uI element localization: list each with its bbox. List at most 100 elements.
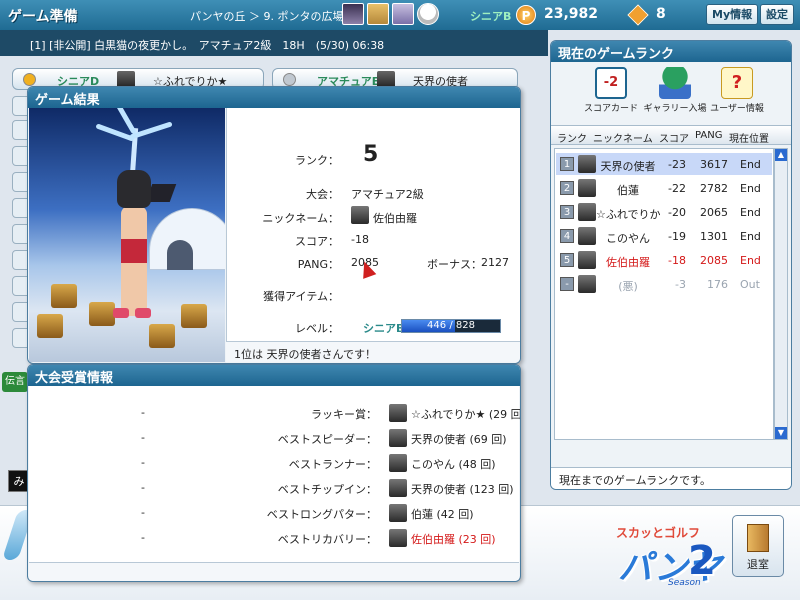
player-avatar[interactable] xyxy=(367,3,389,25)
message-tab[interactable]: 伝言 xyxy=(2,372,28,392)
rank-row[interactable]: 4 このやん -19 1301 End xyxy=(556,225,772,247)
rank-number: 4 xyxy=(560,229,574,243)
award-list: - ラッキー賞： ☆ふれでりか★ (29 回) - ベストスピーダー： 天界の使… xyxy=(29,386,521,562)
user-info-button[interactable]: ? ユーザー情報 xyxy=(701,67,773,114)
player-avatar xyxy=(578,155,596,173)
player-avatar xyxy=(578,275,596,293)
award-winner: 佐伯由羅 (23 回) xyxy=(411,533,496,546)
rank-scrollbar[interactable]: ▲ ▼ xyxy=(774,148,788,440)
lobby-side-tab[interactable] xyxy=(12,120,28,140)
level-badge: シニアB xyxy=(363,322,405,335)
rank-row[interactable]: 2 伯蓮 -22 2782 End xyxy=(556,177,772,199)
player-avatar xyxy=(389,454,407,472)
scroll-down-icon[interactable]: ▼ xyxy=(775,427,787,439)
lobby-side-tab[interactable] xyxy=(12,172,28,192)
lobby-side-tab[interactable] xyxy=(12,302,28,322)
rank-row[interactable]: 3 ☆ふれでりか★ -20 2065 End xyxy=(556,201,772,223)
lobby-side-tab[interactable] xyxy=(12,328,28,348)
stump-decoration xyxy=(89,302,115,326)
player-avatar[interactable] xyxy=(342,3,364,25)
ready-status-icon xyxy=(23,73,36,86)
rank-number: 2 xyxy=(560,181,574,195)
nickname-value: 佐伯由羅 xyxy=(373,212,417,225)
player-avatar xyxy=(578,179,596,197)
bonus-value: 2127 xyxy=(481,256,509,269)
settings-button[interactable]: 設定 xyxy=(760,4,794,25)
character-preview xyxy=(29,108,225,362)
pangya-season2-logo: スカッとゴルフ パンヤ 2 Season xyxy=(588,520,728,592)
lobby-side-tab[interactable] xyxy=(12,198,28,218)
player-avatar xyxy=(389,479,407,497)
rank-position: End xyxy=(740,206,761,219)
rank-row[interactable]: 1 天界の使者 -23 3617 End xyxy=(556,153,772,175)
scroll-up-icon[interactable]: ▲ xyxy=(775,149,787,161)
rank-badge: シニアB xyxy=(470,10,512,23)
award-title: ラッキー賞： xyxy=(311,408,377,421)
lobby-side-tab[interactable] xyxy=(12,276,28,296)
gallery-umbrella-icon xyxy=(659,67,691,99)
current-rank-panel: 現在のゲームランク -2 スコアカード ギャラリー入場 ? ユーザー情報 ランク… xyxy=(550,40,792,490)
exit-room-label: 退室 xyxy=(747,558,769,571)
award-row: - ベストチップイン： 天界の使者 (123 回) xyxy=(29,479,519,497)
rank-pang: 2782 xyxy=(700,182,728,195)
player-avatar[interactable] xyxy=(417,3,439,25)
award-footer xyxy=(29,562,519,581)
character-hood xyxy=(117,170,151,208)
award-dash: - xyxy=(141,481,145,494)
lobby-side-tab[interactable] xyxy=(12,96,28,116)
lobby-side-tab[interactable] xyxy=(12,146,28,166)
player-avatar xyxy=(389,529,407,547)
column-header-score: スコア xyxy=(659,134,689,145)
column-header-nickname: ニックネーム xyxy=(593,134,653,145)
current-rank-header: 現在のゲームランク xyxy=(551,41,791,62)
scorecard-label: スコアカード xyxy=(583,104,638,114)
character-avatar xyxy=(121,206,147,316)
bonus-label: ボーナス： xyxy=(427,258,482,271)
award-dash: - xyxy=(141,531,145,544)
screen-title: ゲーム準備 xyxy=(8,9,78,25)
my-info-button[interactable]: My情報 xyxy=(706,4,759,25)
rank-row[interactable]: - (悪) -3 176 Out xyxy=(556,273,772,295)
award-row: - ベストロングパター： 伯蓮 (42 回) xyxy=(29,504,519,522)
pang-coin-icon: P xyxy=(516,5,536,25)
award-title: ベストランナー： xyxy=(288,458,377,471)
lobby-side-tab[interactable] xyxy=(12,224,28,244)
player-avatar[interactable] xyxy=(392,3,414,25)
rank-number: 3 xyxy=(560,205,574,219)
game-result-panel: ゲーム結果 ランク： 5 大会： アマチュア2級 ニックネーム： 佐伯由羅 スコ… xyxy=(27,86,521,364)
column-header-position: 現在位置 xyxy=(729,134,769,145)
scorecard-button[interactable]: -2 スコアカード xyxy=(575,67,647,114)
award-row: - ベストランナー： このやん (48 回) xyxy=(29,454,519,472)
stump-decoration xyxy=(181,304,207,328)
item-label: 獲得アイテム： xyxy=(263,290,339,303)
rank-number: 1 xyxy=(560,157,574,171)
room-announcement: [1] [非公開] 白黒猫の夜更かし。 アマチュア2級 18H (5/30) 0… xyxy=(0,30,548,56)
cookie-point-icon xyxy=(627,4,649,26)
rank-toolbar: -2 スコアカード ギャラリー入場 ? ユーザー情報 xyxy=(551,63,791,121)
result-details: ランク： 5 大会： アマチュア2級 ニックネーム： 佐伯由羅 スコア： -18… xyxy=(226,108,520,341)
rank-number: - xyxy=(560,277,574,291)
rank-row[interactable]: 5 佐伯由羅 -18 2085 End xyxy=(556,249,772,271)
award-winner: このやん (48 回) xyxy=(411,458,496,471)
rank-nickname: このやん xyxy=(606,232,650,245)
rank-score: -19 xyxy=(668,230,686,243)
lobby-side-tab[interactable] xyxy=(12,250,28,270)
exit-room-button[interactable]: 退室 xyxy=(732,515,784,577)
rank-label: ランク： xyxy=(295,154,339,167)
game-result-header: ゲーム結果 xyxy=(28,87,520,108)
pang-label: PANG： xyxy=(297,258,339,271)
award-row: - ベストリカバリー： 佐伯由羅 (23 回) xyxy=(29,529,519,547)
rank-position: Out xyxy=(740,278,760,291)
award-winner: ☆ふれでりか★ (29 回) xyxy=(411,408,521,421)
rank-number: 5 xyxy=(560,253,574,267)
award-info-panel: 大会受賞情報 - ラッキー賞： ☆ふれでりか★ (29 回) - ベストスピーダ… xyxy=(27,364,521,582)
award-winner: 天界の使者 (123 回) xyxy=(411,483,514,496)
rank-position: End xyxy=(740,158,761,171)
rank-score: -18 xyxy=(668,254,686,267)
level-label: レベル： xyxy=(295,322,339,335)
rank-position: End xyxy=(740,254,761,267)
user-info-icon: ? xyxy=(721,67,753,99)
player-avatar xyxy=(389,404,407,422)
award-title: ベストロングパター： xyxy=(266,508,377,521)
rank-score: -3 xyxy=(675,278,686,291)
